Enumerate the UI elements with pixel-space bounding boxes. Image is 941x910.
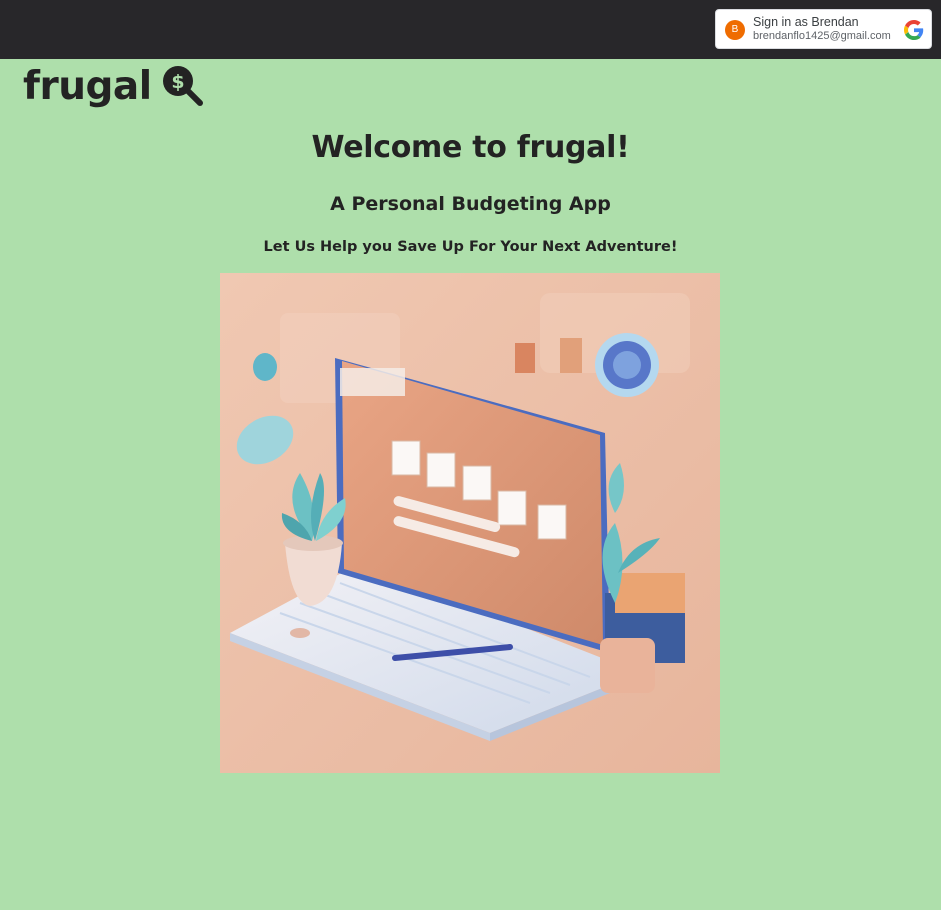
- dollar-magnifier-icon: $: [162, 65, 203, 106]
- brand-logo[interactable]: frugal $: [23, 64, 204, 109]
- account-email: brendanflo1425@gmail.com: [753, 30, 891, 42]
- google-sign-in-button[interactable]: B Sign in as Brendan brendanflo1425@gmai…: [715, 9, 932, 49]
- svg-text:$: $: [171, 71, 184, 93]
- account-avatar: B: [725, 20, 745, 40]
- google-g-icon: [904, 20, 924, 40]
- page-title: Welcome to frugal!: [311, 130, 630, 165]
- budgeting-laptop-illustration: [220, 273, 720, 773]
- sign-in-label: Sign in as Brendan: [753, 15, 859, 29]
- brand-name: frugal: [23, 64, 152, 109]
- tagline: Let Us Help you Save Up For Your Next Ad…: [263, 239, 678, 255]
- page-subtitle: A Personal Budgeting App: [330, 193, 611, 215]
